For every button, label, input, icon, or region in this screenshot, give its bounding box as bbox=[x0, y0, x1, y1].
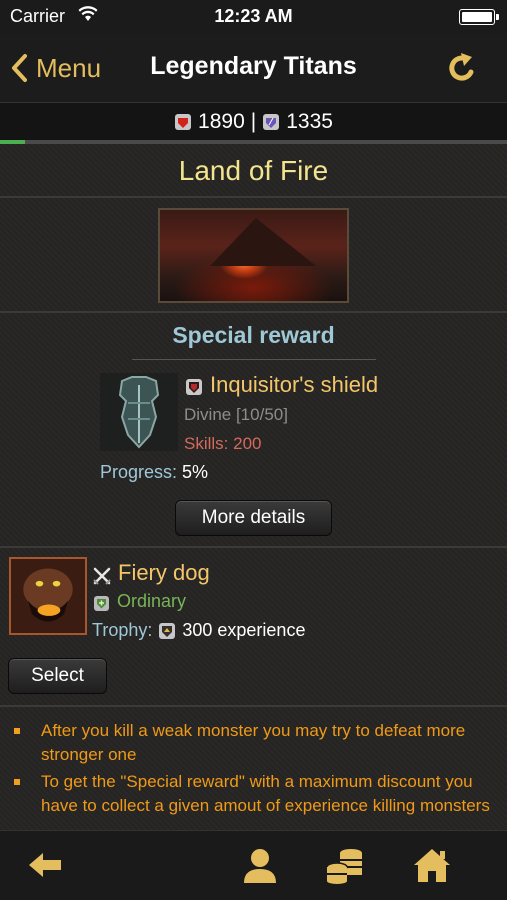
divider bbox=[0, 311, 507, 313]
experience-icon bbox=[159, 622, 176, 639]
trophy-value: 300 experience bbox=[182, 620, 306, 640]
trophy-row: Trophy: 300 experience bbox=[92, 620, 305, 641]
reward-item-quality: Divine [10/50] bbox=[184, 405, 288, 424]
volcano-shape bbox=[210, 218, 316, 266]
reward-item-name: Inquisitor's shield bbox=[210, 372, 379, 397]
monster-rank: Ordinary bbox=[117, 591, 187, 611]
home-icon[interactable] bbox=[412, 845, 452, 885]
monster-portrait bbox=[9, 557, 87, 635]
progress-label: Progress: bbox=[100, 462, 178, 482]
rank-badge-icon bbox=[94, 596, 109, 611]
coins-icon[interactable] bbox=[325, 845, 365, 885]
tip-item: After you kill a weak monster you may tr… bbox=[14, 719, 502, 767]
crossed-swords-icon bbox=[93, 567, 111, 585]
battery-icon bbox=[459, 9, 499, 25]
reward-progress: Progress: 5% bbox=[100, 462, 208, 483]
tips-list[interactable]: After you kill a weak monster you may tr… bbox=[0, 705, 507, 831]
tip-item: To get the "Special reward" with a maxim… bbox=[14, 770, 502, 818]
monster-name: Fiery dog bbox=[118, 560, 210, 585]
rarity-icon bbox=[186, 379, 202, 395]
location-title: Land of Fire bbox=[0, 144, 507, 198]
divider bbox=[132, 359, 376, 360]
progress-value: 5% bbox=[182, 462, 209, 482]
tab-bar bbox=[0, 830, 507, 900]
page-title: Legendary Titans bbox=[150, 52, 357, 80]
purple-gem-count: 1335 bbox=[286, 109, 333, 133]
purple-gem-icon bbox=[263, 113, 280, 130]
clock: 12:23 AM bbox=[214, 6, 293, 26]
resource-separator: | bbox=[250, 109, 257, 133]
select-button[interactable]: Select bbox=[8, 658, 107, 694]
divider bbox=[0, 546, 507, 548]
location-image bbox=[158, 208, 349, 303]
status-bar: Carrier 12:23 AM bbox=[0, 0, 507, 34]
trophy-label: Trophy: bbox=[92, 620, 153, 640]
back-arrow-icon[interactable] bbox=[25, 845, 65, 885]
navigation-bar: Menu Legendary Titans bbox=[0, 34, 507, 102]
refresh-icon[interactable] bbox=[445, 51, 479, 85]
profile-icon[interactable] bbox=[240, 845, 280, 885]
more-details-button[interactable]: More details bbox=[175, 500, 332, 536]
resource-bar: 1890 | 1335 bbox=[0, 102, 507, 140]
red-gem-icon bbox=[175, 113, 192, 130]
shield-armor-icon bbox=[100, 373, 178, 451]
reward-item-skills: Skills: 200 bbox=[184, 434, 262, 453]
red-gem-count: 1890 bbox=[198, 109, 245, 133]
special-reward-title: Special reward bbox=[172, 322, 335, 348]
